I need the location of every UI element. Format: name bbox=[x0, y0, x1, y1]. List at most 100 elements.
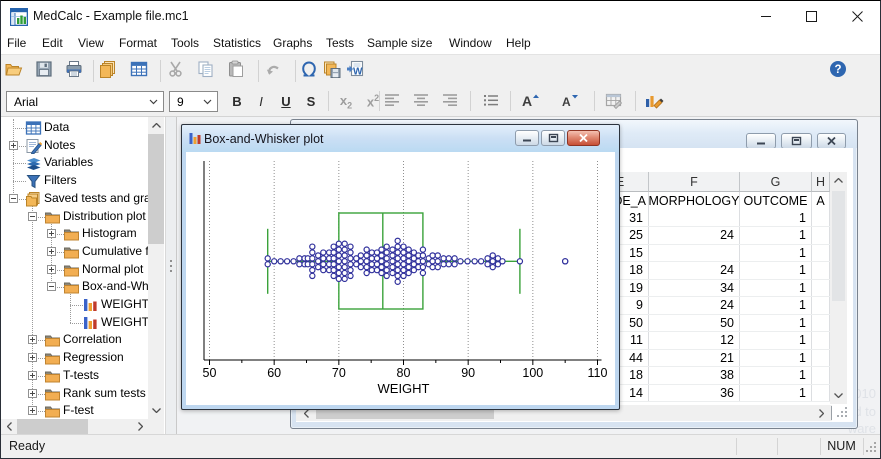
cell[interactable]: 1 bbox=[740, 384, 812, 401]
bold-button[interactable]: B bbox=[225, 89, 249, 114]
copy-button[interactable] bbox=[193, 58, 219, 84]
expand-icon[interactable] bbox=[28, 353, 37, 363]
scroll-down-icon[interactable] bbox=[830, 387, 847, 404]
list-button[interactable] bbox=[479, 89, 503, 114]
open-file-button[interactable] bbox=[1, 58, 27, 84]
cell[interactable]: 34 bbox=[649, 279, 740, 296]
cell[interactable]: 12 bbox=[649, 332, 740, 349]
tree-item-regression[interactable]: Regression bbox=[63, 350, 124, 364]
menu-edit[interactable]: Edit bbox=[42, 36, 63, 50]
cell[interactable] bbox=[812, 297, 830, 314]
expand-icon[interactable] bbox=[47, 264, 56, 274]
data-table-button[interactable] bbox=[126, 58, 152, 84]
menu-statistics[interactable]: Statistics bbox=[213, 36, 261, 50]
cell[interactable]: 1 bbox=[740, 367, 812, 384]
cell[interactable]: 38 bbox=[649, 367, 740, 384]
cell[interactable]: OUTCOME bbox=[740, 192, 812, 210]
tree-item-normal-plot[interactable]: Normal plot bbox=[82, 262, 143, 276]
cell[interactable] bbox=[812, 279, 830, 296]
tree-item-cumulative-fr[interactable]: Cumulative fr bbox=[82, 244, 153, 258]
column-header[interactable]: H bbox=[812, 172, 830, 192]
expand-icon[interactable] bbox=[28, 335, 37, 345]
cell[interactable]: 1 bbox=[740, 262, 812, 279]
expand-icon[interactable] bbox=[28, 406, 37, 416]
align-left-button[interactable] bbox=[380, 89, 404, 114]
decrease-font-button[interactable]: A bbox=[559, 89, 583, 114]
sheet-vscrollbar[interactable] bbox=[830, 172, 847, 404]
cell[interactable]: MORPHOLOGY bbox=[649, 192, 740, 210]
restore-button[interactable] bbox=[541, 130, 565, 146]
italic-button[interactable]: I bbox=[249, 89, 273, 114]
tree-item-variables[interactable]: Variables bbox=[44, 155, 93, 169]
scroll-thumb[interactable] bbox=[148, 134, 164, 244]
cell[interactable]: 24 bbox=[649, 297, 740, 314]
spreadsheet-grid[interactable]: E F G H DE_A MORPHOLOGY OUTCOME A 31 1 25 24 1 15 1 18 2… bbox=[592, 172, 830, 405]
cell[interactable]: 1 bbox=[740, 349, 812, 366]
align-right-button[interactable] bbox=[438, 89, 462, 114]
collapse-icon[interactable] bbox=[47, 282, 56, 292]
tree-item-saved-tests-and-grap[interactable]: Saved tests and grap bbox=[44, 191, 157, 205]
minimize-button[interactable] bbox=[746, 133, 776, 149]
expand-icon[interactable] bbox=[47, 246, 56, 256]
cell[interactable] bbox=[812, 384, 830, 401]
scroll-up-icon[interactable] bbox=[830, 172, 847, 189]
underline-button[interactable]: U bbox=[274, 89, 298, 114]
boxplot-window[interactable]: Box-and-Whisker plot 50 60 70 80 90 100 … bbox=[181, 124, 620, 410]
column-header[interactable]: F bbox=[649, 172, 740, 192]
tree-item-weight[interactable]: WEIGHT bbox=[101, 297, 149, 311]
save-button[interactable] bbox=[31, 58, 57, 84]
minimize-button[interactable] bbox=[743, 1, 788, 32]
subscript-button[interactable]: x2 bbox=[334, 89, 358, 114]
tree-item-data[interactable]: Data bbox=[44, 120, 69, 134]
scroll-down-icon[interactable] bbox=[148, 402, 164, 419]
tree-item-box-and-whi[interactable]: Box-and-Whi bbox=[82, 279, 151, 293]
cell[interactable]: 1 bbox=[740, 297, 812, 314]
tree-item-weight[interactable]: WEIGHT bbox=[101, 315, 149, 329]
tree-item-notes[interactable]: Notes bbox=[44, 138, 75, 152]
cell[interactable]: 1 bbox=[740, 314, 812, 331]
font-name-combobox[interactable]: Arial bbox=[6, 91, 164, 112]
cell[interactable]: A bbox=[812, 192, 830, 210]
cell[interactable]: 1 bbox=[740, 332, 812, 349]
cell[interactable] bbox=[812, 367, 830, 384]
help-button[interactable]: ? bbox=[825, 58, 851, 84]
table-properties-button[interactable] bbox=[602, 89, 626, 114]
menu-view[interactable]: View bbox=[78, 36, 104, 50]
close-button[interactable] bbox=[567, 130, 600, 146]
scroll-up-icon[interactable] bbox=[148, 117, 164, 134]
increase-font-button[interactable]: A bbox=[519, 89, 543, 114]
edit-chart-button[interactable] bbox=[642, 89, 666, 114]
cell[interactable] bbox=[812, 244, 830, 261]
tree-vscrollbar[interactable] bbox=[148, 117, 164, 419]
scroll-thumb[interactable] bbox=[832, 191, 845, 301]
cell[interactable]: 36 bbox=[649, 384, 740, 401]
close-button[interactable] bbox=[834, 1, 879, 32]
menu-tests[interactable]: Tests bbox=[326, 36, 354, 50]
expand-icon[interactable] bbox=[47, 229, 56, 239]
menu-sample-size[interactable]: Sample size bbox=[367, 36, 432, 50]
collapse-icon[interactable] bbox=[9, 193, 18, 203]
tree-item-distribution-plot[interactable]: Distribution plot bbox=[63, 209, 146, 223]
tree-item-histogram[interactable]: Histogram bbox=[82, 226, 137, 240]
tree-hscrollbar[interactable] bbox=[1, 419, 148, 434]
cut-button[interactable] bbox=[163, 58, 189, 84]
expand-icon[interactable] bbox=[28, 388, 37, 398]
cell[interactable] bbox=[649, 209, 740, 226]
cell[interactable] bbox=[812, 314, 830, 331]
restore-button[interactable] bbox=[781, 133, 812, 149]
column-header[interactable]: G bbox=[740, 172, 812, 192]
cell[interactable] bbox=[812, 332, 830, 349]
panel-splitter[interactable] bbox=[165, 117, 177, 434]
menu-help[interactable]: Help bbox=[506, 36, 531, 50]
font-size-combobox[interactable]: 9 bbox=[169, 91, 218, 112]
cell[interactable]: 1 bbox=[740, 244, 812, 261]
scroll-right-icon[interactable] bbox=[132, 419, 148, 434]
scroll-thumb[interactable] bbox=[17, 419, 88, 434]
menu-format[interactable]: Format bbox=[119, 36, 157, 50]
cell[interactable]: 1 bbox=[740, 279, 812, 296]
tree-item-f-test[interactable]: F-test bbox=[63, 403, 94, 417]
duplicate-button[interactable] bbox=[95, 58, 121, 84]
tree-item-filters[interactable]: Filters bbox=[44, 173, 77, 187]
tree-item-correlation[interactable]: Correlation bbox=[63, 332, 122, 346]
menu-graphs[interactable]: Graphs bbox=[273, 36, 312, 50]
